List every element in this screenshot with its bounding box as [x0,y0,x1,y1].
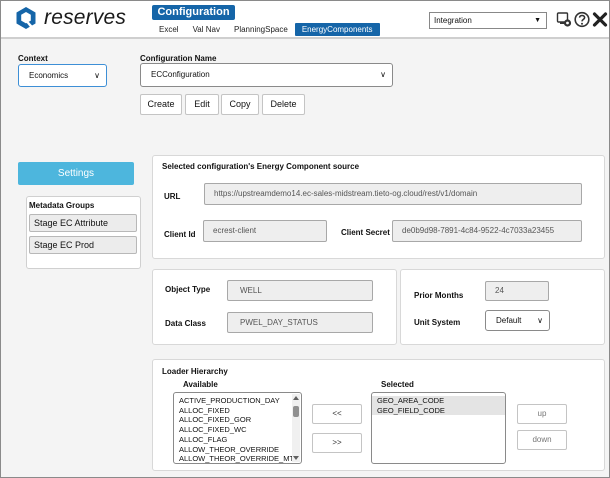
list-item[interactable]: ALLOW_THEOR_OVERRIDE [174,445,301,455]
source-tabs: Excel Val Nav PlanningSpace EnergyCompon… [152,23,380,36]
context-select[interactable]: Economics ∨ [18,64,107,87]
network-settings-icon[interactable] [556,11,572,28]
environment-select[interactable]: Integration ▼ [429,12,547,29]
tab-excel[interactable]: Excel [152,23,186,36]
list-item[interactable]: ALLOC_FLAG [174,435,301,445]
list-item[interactable]: ALLOC_FIXED_GOR [174,415,301,425]
settings-button[interactable]: Settings [18,162,134,185]
unit-system-value: Default [496,316,522,325]
loader-hierarchy-panel: Loader Hierarchy Available Selected ACTI… [152,359,605,471]
ec-source-title: Selected configuration's Energy Componen… [162,162,360,171]
list-item[interactable]: ALLOC_FIXED_WC [174,425,301,435]
list-item[interactable]: GEO_AREA_CODE [372,396,505,406]
configuration-name-value: ECConfiguration [151,70,210,79]
list-item[interactable]: ACTIVE_PRODUCTION_DAY [174,396,301,406]
tab-energycomponents[interactable]: EnergyComponents [294,23,380,36]
client-secret-field[interactable]: de0b9d98-7891-4c84-9522-4c7033a23455 [392,220,582,242]
delete-button[interactable]: Delete [262,94,305,115]
scroll-down-arrow-icon[interactable] [293,456,299,460]
data-class-label: Data Class [165,319,206,328]
list-item[interactable]: ALLOC_FIXED [174,406,301,416]
environment-value: Integration [434,16,472,25]
selected-list[interactable]: GEO_AREA_CODE GEO_FIELD_CODE [371,392,506,464]
edit-button[interactable]: Edit [185,94,219,115]
object-type-field[interactable]: WELL [227,280,373,301]
prior-months-label: Prior Months [414,291,464,300]
prior-months-field[interactable]: 24 [485,281,549,301]
selected-label: Selected [381,380,414,389]
move-down-button[interactable]: down [517,430,567,450]
list-item[interactable]: GEO_FIELD_CODE [372,405,505,415]
object-panel: Object Type WELL Data Class PWEL_DAY_STA… [152,269,397,345]
configuration-title: Configuration [152,5,235,20]
metadata-groups-panel: Metadata Groups Stage EC Attribute Stage… [26,196,141,269]
chevron-down-icon: ▼ [534,17,541,24]
url-field[interactable]: https://upstreamdemo14.ec-sales-midstrea… [204,183,582,205]
create-button[interactable]: Create [140,94,182,115]
logo-text: reserves [44,6,127,29]
object-type-label: Object Type [165,285,211,294]
header-bar: reserves Configuration Excel Val Nav Pla… [1,1,609,39]
available-label: Available [183,380,218,389]
period-panel: Prior Months 24 Unit System Default ∨ [400,269,605,345]
metadata-group-item[interactable]: Stage EC Prod [29,236,137,254]
metadata-groups-label: Metadata Groups [29,201,95,210]
available-list[interactable]: ACTIVE_PRODUCTION_DAY ALLOC_FIXED ALLOC_… [173,392,302,464]
context-label: Context [18,54,48,63]
unit-system-label: Unit System [414,318,461,327]
configuration-name-select[interactable]: ECConfiguration ∨ [140,63,393,87]
data-class-field[interactable]: PWEL_DAY_STATUS [227,312,373,333]
move-up-button[interactable]: up [517,404,567,424]
scrollbar-thumb[interactable] [293,406,299,417]
metadata-group-item[interactable]: Stage EC Attribute [29,214,137,232]
scroll-up-arrow-icon[interactable] [293,396,299,400]
available-list-scrollbar[interactable] [292,394,300,462]
client-secret-label: Client Secret [341,228,390,237]
configuration-name-label: Configuration Name [140,54,217,63]
reserves-logo-icon [16,7,36,29]
context-value: Economics [29,71,69,80]
chevron-down-icon: ∨ [537,316,543,325]
help-icon[interactable] [574,11,590,28]
chevron-down-icon: ∨ [380,70,386,79]
copy-button[interactable]: Copy [221,94,259,115]
unit-system-select[interactable]: Default ∨ [485,310,550,331]
move-right-button[interactable]: >> [312,433,362,453]
chevron-down-icon: ∨ [94,71,100,80]
close-icon[interactable] [592,11,608,28]
list-item[interactable]: ALLOW_THEOR_OVERRIDE_MTH [174,454,301,463]
url-label: URL [164,192,181,201]
loader-hierarchy-title: Loader Hierarchy [162,367,228,376]
move-left-button[interactable]: << [312,404,362,424]
tab-planningspace[interactable]: PlanningSpace [227,23,295,36]
tab-val-nav[interactable]: Val Nav [186,23,227,36]
app-window: reserves Configuration Excel Val Nav Pla… [0,0,610,478]
client-id-label: Client Id [164,230,196,239]
ec-source-panel: Selected configuration's Energy Componen… [152,155,605,259]
logo: reserves [15,6,126,30]
client-id-field[interactable]: ecrest-client [203,220,327,242]
